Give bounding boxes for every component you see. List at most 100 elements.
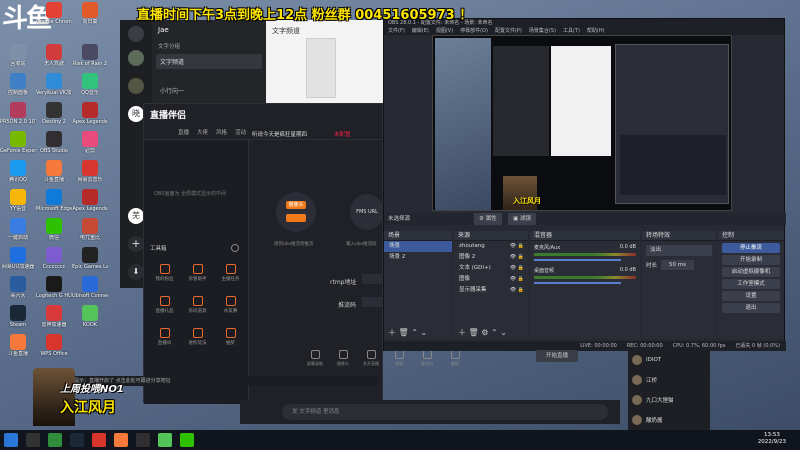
tool-item[interactable]: 水友赛 [214,294,247,326]
start-button-icon[interactable] [4,433,18,447]
scene-item[interactable]: 场景 [384,241,452,252]
visibility-lock-icons[interactable]: 👁 🔒 [510,274,524,285]
bottom-tool[interactable]: 录制 [388,350,410,367]
visibility-lock-icons[interactable]: 👁 🔒 [510,241,524,252]
zbj-tab[interactable]: 大佬 [197,128,208,136]
server-icon[interactable]: 芜 [128,208,144,224]
add-server-icon[interactable]: + [128,236,144,252]
desktop-icon-label: Epic Games Launcher [72,264,108,270]
chat-image[interactable] [306,38,336,98]
server-icon[interactable]: 晓 [128,106,144,122]
filters-button[interactable]: ▣ 滤镜 [508,213,536,225]
obs-menu-item[interactable]: 视图(V) [436,27,453,35]
bottom-tool[interactable]: 摄像头 [332,350,354,367]
desktop-icon[interactable]: 斗鱼直播 [0,334,36,372]
track-db: 0.0 dB [619,267,636,273]
stream-title[interactable]: 听说今天是疯狂星期四 [252,130,307,138]
tool-item[interactable]: 我的粉丝 [148,262,181,294]
tool-item[interactable]: 直播礼品 [148,294,181,326]
source-item[interactable]: 显示器采集 👁 🔒 [454,285,528,296]
desktop-icon-label: 网易云音乐 [77,177,103,183]
visibility-lock-icons[interactable]: 👁 🔒 [510,263,524,274]
obs-menu-item[interactable]: 编辑(E) [412,27,429,35]
task-view-icon[interactable] [26,433,40,447]
source-item[interactable]: 图像 2 👁 🔒 [454,252,528,263]
taskbar-steam-icon[interactable] [70,433,84,447]
desktop-icon[interactable]: KOOK [72,305,108,343]
viewer-item[interactable]: IDIOT [628,350,710,370]
bottom-tool[interactable]: 屏幕录制 [304,350,326,367]
control-button[interactable]: 工作室模式 [722,279,780,289]
chat-input[interactable]: 发 文字频道 里消息 [282,404,608,420]
volume-slider[interactable] [534,282,621,284]
volume-slider[interactable] [534,259,621,261]
mixer-tracks: 麦克风/Aux 0.0 dB 桌面音频 0.0 dB [530,241,640,287]
desktop-icon[interactable]: WPS Office [36,334,72,372]
source-item[interactable]: 图像 👁 🔒 [454,274,528,285]
control-button[interactable]: 设置 [722,291,780,301]
channel-item[interactable]: 文字频道 [156,54,262,69]
duration-input[interactable]: 50 ms [661,260,694,270]
obs-menu-item[interactable]: 场景集合(S) [529,27,556,35]
tool-item[interactable]: 房间道具 [181,294,214,326]
start-live-button[interactable]: 开始直播 [536,350,578,362]
zbj-tab[interactable]: 直播 [178,128,189,136]
bottom-tool[interactable]: 麦克风 [416,350,438,367]
download-icon[interactable]: ⬇ [128,264,144,280]
tool-item[interactable]: 进阶玩法 [181,326,214,358]
taskbar-kook-icon[interactable] [158,433,172,447]
obs-menu-item[interactable]: 帮助(H) [587,27,605,35]
control-button[interactable]: 开始录制 [722,255,780,265]
desktop-icon[interactable]: Google Chrome [36,2,72,40]
rtmp-field[interactable] [362,274,382,284]
visibility-lock-icons[interactable]: 👁 🔒 [510,252,524,263]
taskbar-obs-icon[interactable] [136,433,150,447]
stream-tag[interactable]: 未配置 [334,130,351,138]
server-icon[interactable] [128,50,144,66]
obs-menu-item[interactable]: 工具(T) [563,27,580,35]
obs-preview[interactable]: 入江风月 [432,35,732,211]
desktop-icon[interactable]: 向日葵 [72,2,108,40]
info-icon[interactable] [231,244,239,252]
taskbar-wechat-icon[interactable] [180,433,194,447]
obs-menu-item[interactable]: 停靠部件(D) [460,27,488,35]
bottom-tool-icon [422,350,432,359]
control-button[interactable]: 启动虚拟摄像机 [722,267,780,277]
key-field[interactable] [362,297,382,307]
control-button[interactable]: 退出 [722,303,780,313]
channel-preview[interactable]: 小行向一 [156,83,262,98]
app-icon [10,305,26,321]
bottom-tool[interactable]: 多开直播 [360,350,382,367]
clock[interactable]: 13:53 2022/9/23 [758,432,786,446]
viewer-item[interactable]: 酸奶酱 [628,410,710,430]
taskbar-app-icon[interactable] [92,433,106,447]
tool-item[interactable]: 直播间 [148,326,181,358]
tool-item[interactable]: 房管助手 [181,262,214,294]
visibility-lock-icons[interactable]: 👁 🔒 [510,285,524,296]
bottom-tool[interactable]: 截图 [444,350,466,367]
viewer-item[interactable]: 九口大狸猫 [628,390,710,410]
source-item[interactable]: 文本 (GDI+) 👁 🔒 [454,263,528,274]
scene-controls[interactable]: ＋ 🗑 ⌃ ⌄ [388,327,427,338]
flow-node-camera[interactable]: 摄像头 [286,201,306,209]
properties-button[interactable]: ⚙ 属性 [474,213,502,225]
source-item[interactable]: zhoutang 👁 🔒 [454,241,528,252]
obs-menu-item[interactable]: 文件(F) [388,27,405,35]
tool-item[interactable]: 抽奖 [214,326,247,358]
zbj-tab[interactable]: 活动 [235,128,246,136]
viewer-item[interactable]: 江桥 [628,370,710,390]
taskbar-app-icon[interactable] [48,433,62,447]
scene-item[interactable]: 场景 2 [384,252,452,263]
server-icon[interactable] [128,78,144,94]
tool-item[interactable]: 主播任务 [214,262,247,294]
zbj-tab[interactable]: 风格 [216,128,227,136]
taskbar-douyu-icon[interactable] [114,433,128,447]
flow-node-tag[interactable] [286,214,306,222]
source-controls[interactable]: ＋ 🗑 ⚙ ⌃ ⌄ [458,327,507,338]
control-button[interactable]: 停止推流 [722,243,780,253]
server-icon[interactable] [128,26,144,42]
tool-icon [192,264,203,274]
transition-select[interactable]: 淡出 [646,245,712,256]
sources-title: 来源 [454,231,528,241]
obs-menu-item[interactable]: 配置文件(P) [495,27,522,35]
